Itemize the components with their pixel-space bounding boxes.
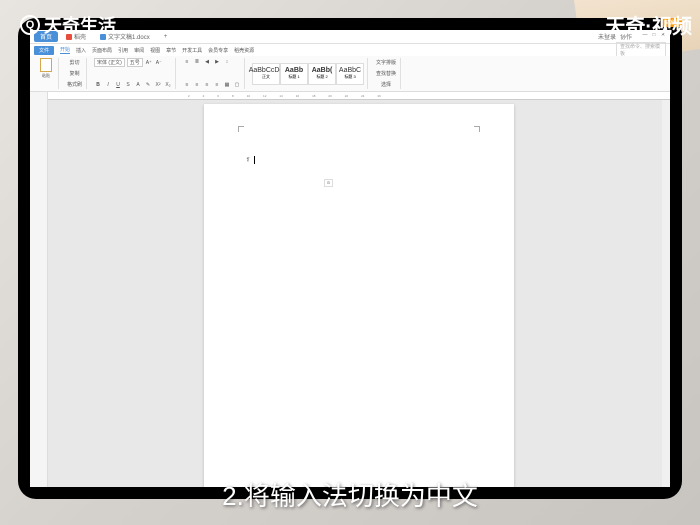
align-right-button[interactable]: ≡ <box>203 81 211 89</box>
menu-references[interactable]: 引用 <box>118 47 128 54</box>
align-justify-button[interactable]: ≡ <box>213 81 221 89</box>
shading-button[interactable]: ▦ <box>223 81 231 89</box>
text-cursor <box>254 156 255 164</box>
monitor-frame: 仅编辑 首页 稻壳 文字文稿1.docx + 未登录 协作 — □ ✕ 文件 开… <box>18 18 682 499</box>
menu-review[interactable]: 审阅 <box>134 47 144 54</box>
font-grow-button[interactable]: A⁺ <box>145 59 153 67</box>
numbering-button[interactable]: ≣ <box>193 58 201 66</box>
horizontal-ruler[interactable]: 2468101214161820222426 <box>48 92 670 100</box>
page-area: ❡ a <box>48 92 670 487</box>
editor-area: 2468101214161820222426 ❡ a <box>30 92 670 487</box>
align-center-button[interactable]: ≡ <box>193 81 201 89</box>
find-replace-button[interactable]: 查找替换 <box>375 69 397 78</box>
indent-increase-button[interactable]: ▶ <box>213 58 221 66</box>
font-family-select[interactable]: 宋体 (正文) <box>94 58 125 67</box>
underline-button[interactable]: U <box>114 81 122 89</box>
paragraph-mark-icon: ❡ <box>246 157 250 163</box>
italic-button[interactable]: I <box>104 81 112 89</box>
menu-view[interactable]: 视图 <box>150 47 160 54</box>
vertical-scrollbar[interactable] <box>662 100 670 487</box>
strike-button[interactable]: S <box>124 81 132 89</box>
text-tools-button[interactable]: 文字排版 <box>375 58 397 67</box>
style-heading2[interactable]: AaBb(标题 2 <box>308 63 336 85</box>
menu-devtools[interactable]: 开发工具 <box>182 47 202 54</box>
titlebar: 首页 稻壳 文字文稿1.docx + 未登录 协作 — □ ✕ <box>30 30 670 44</box>
style-normal[interactable]: AaBbCcDd正文 <box>252 63 280 85</box>
borders-button[interactable]: ▢ <box>233 81 241 89</box>
paste-icon <box>40 58 52 72</box>
select-button[interactable]: 选择 <box>375 80 397 89</box>
document-page[interactable]: ❡ a <box>204 104 514 487</box>
ribbon-clipboard-small: 剪切 复制 格式刷 <box>63 58 87 89</box>
ribbon-clipboard: 粘贴 <box>34 58 59 89</box>
highlight-button[interactable]: ✎ <box>144 81 152 89</box>
video-subtitle: 2.将输入法切换为中文 <box>222 476 478 513</box>
line-spacing-button[interactable]: ↕ <box>223 58 231 66</box>
ribbon-editing: 文字排版 查找替换 选择 <box>372 58 401 89</box>
menu-start[interactable]: 开始 <box>60 46 70 54</box>
menu-layout[interactable]: 页面布局 <box>92 47 112 54</box>
menubar: 文件 开始 插入 页面布局 引用 审阅 视图 章节 开发工具 会员专享 稻壳资源… <box>30 44 670 56</box>
indent-decrease-button[interactable]: ◀ <box>203 58 211 66</box>
bold-button[interactable]: B <box>94 81 102 89</box>
margin-corner-tr <box>474 126 480 132</box>
paste-button[interactable]: 粘贴 <box>37 58 55 82</box>
menu-member[interactable]: 会员专享 <box>208 47 228 54</box>
logo-icon: Q <box>20 15 40 35</box>
screen: 仅编辑 首页 稻壳 文字文稿1.docx + 未登录 协作 — □ ✕ 文件 开… <box>30 30 670 487</box>
style-heading1[interactable]: AaBb标题 1 <box>280 63 308 85</box>
style-heading3[interactable]: AaBbC标题 3 <box>336 63 364 85</box>
menu-resources[interactable]: 稻壳资源 <box>234 47 254 54</box>
font-color-button[interactable]: A <box>134 81 142 89</box>
nav-sidebar[interactable] <box>30 92 48 487</box>
menu-file[interactable]: 文件 <box>34 46 54 55</box>
cursor-position[interactable]: ❡ <box>246 156 255 164</box>
ribbon-styles: AaBbCcDd正文 AaBb标题 1 AaBb(标题 2 AaBbC标题 3 <box>249 58 368 89</box>
font-size-select[interactable]: 五号 <box>127 58 143 67</box>
menu-section[interactable]: 章节 <box>166 47 176 54</box>
ribbon-font: 宋体 (正文) 五号 A⁺ A⁻ B I U S A ✎ X² X₂ <box>91 58 176 89</box>
tab-add[interactable]: + <box>158 33 174 41</box>
align-left-button[interactable]: ≡ <box>183 81 191 89</box>
watermark-top-right: 天奇·视频 <box>605 10 692 39</box>
format-painter-button[interactable]: 格式刷 <box>66 80 83 89</box>
watermark-top-left: Q 天奇生活 <box>20 12 116 38</box>
font-shrink-button[interactable]: A⁻ <box>155 59 163 67</box>
superscript-button[interactable]: X² <box>154 81 162 89</box>
copy-button[interactable]: 复制 <box>66 69 83 78</box>
menu-insert[interactable]: 插入 <box>76 47 86 54</box>
margin-corner-tl <box>238 126 244 132</box>
ime-indicator: a <box>324 179 333 187</box>
bullets-button[interactable]: ≡ <box>183 58 191 66</box>
subscript-button[interactable]: X₂ <box>164 81 172 89</box>
ribbon-paragraph: ≡ ≣ ◀ ▶ ↕ ≡ ≡ ≡ ≡ ▦ ▢ <box>180 58 245 89</box>
ribbon: 粘贴 剪切 复制 格式刷 宋体 (正文) 五号 A⁺ A⁻ B I U <box>30 56 670 92</box>
cut-button[interactable]: 剪切 <box>66 58 83 67</box>
